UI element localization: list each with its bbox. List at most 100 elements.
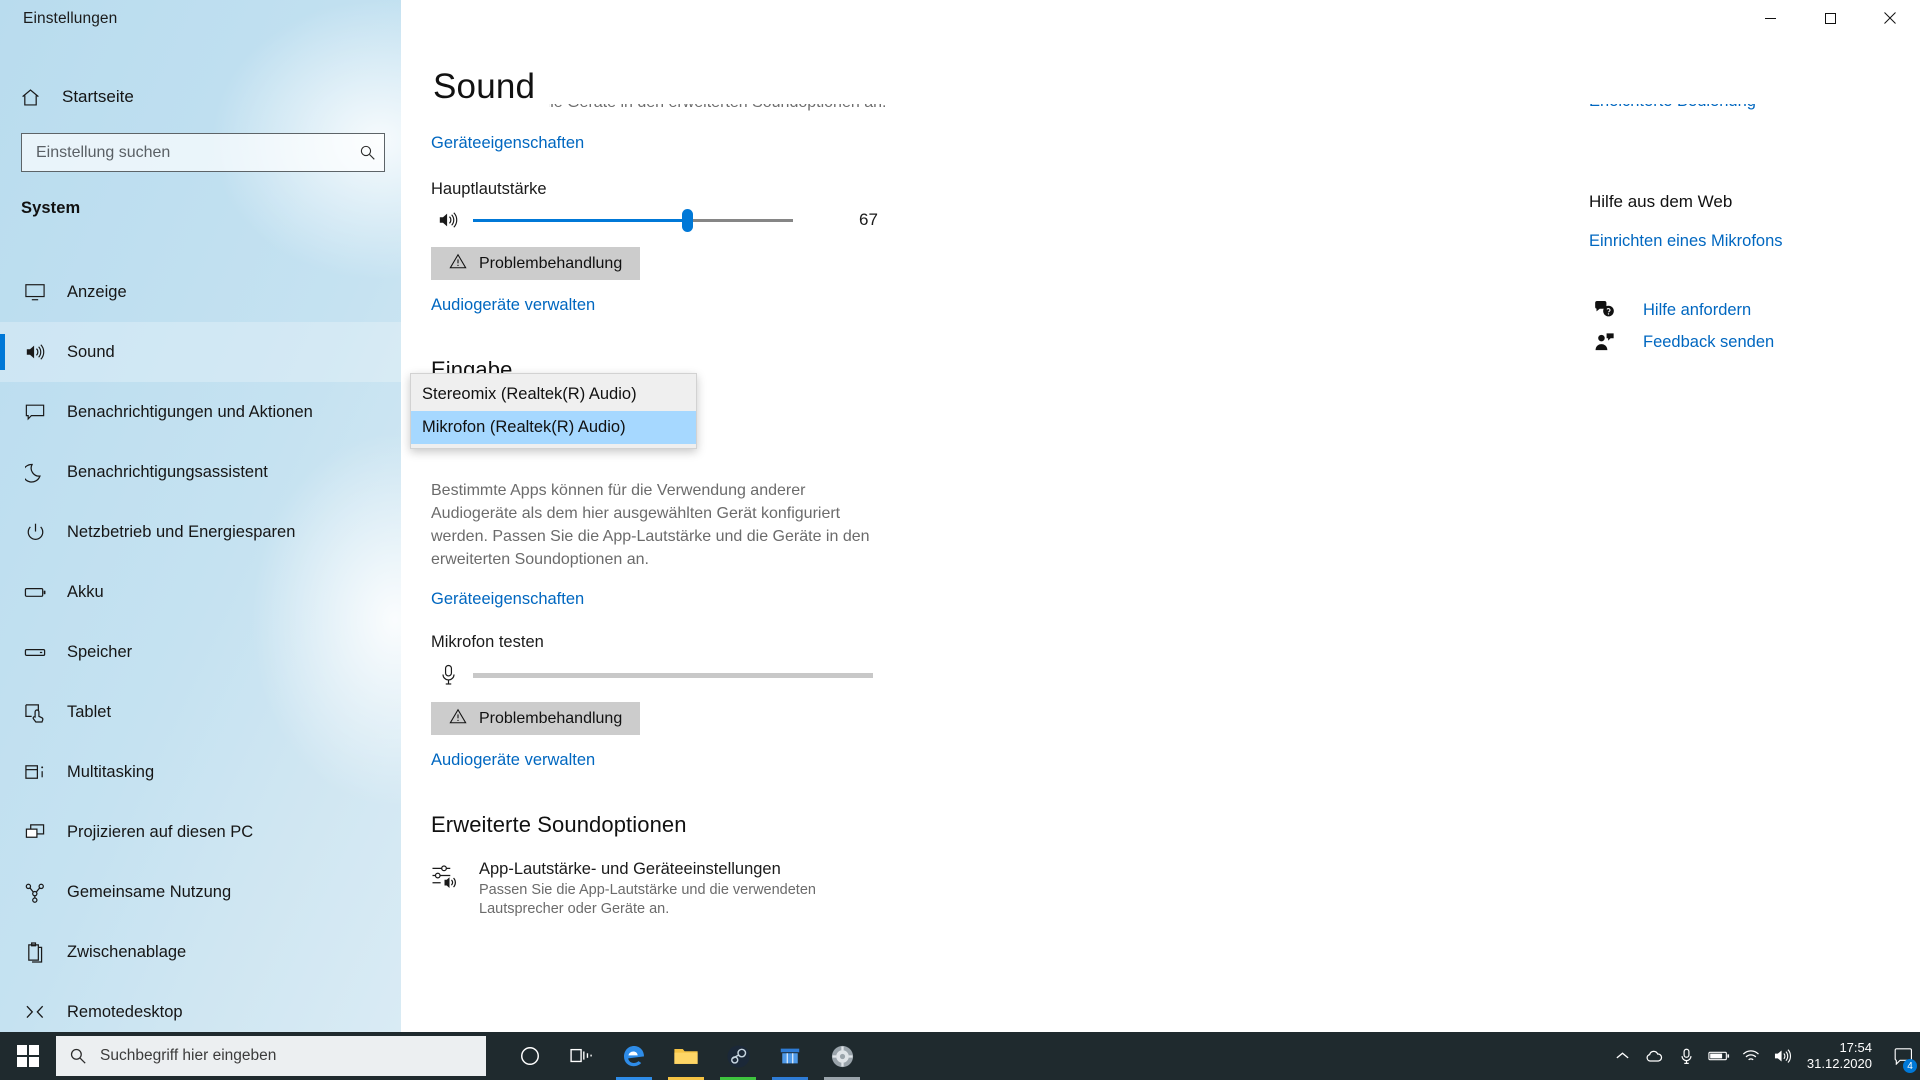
sidebar-item-speicher[interactable]: Speicher <box>0 622 401 682</box>
sidebar-item-remotedesktop[interactable]: Remotedesktop <box>0 982 401 1032</box>
sidebar-item-label: Benachrichtigungsassistent <box>67 462 268 481</box>
minimize-button[interactable] <box>1740 0 1800 36</box>
output-manage-devices-link[interactable]: Audiogeräte verwalten <box>431 296 595 315</box>
sidebar-item-benachrichtigungsassistent[interactable]: Benachrichtigungsassistent <box>0 442 401 502</box>
microphone-icon[interactable] <box>1671 1032 1703 1080</box>
task-view-icon[interactable] <box>556 1032 608 1080</box>
send-feedback-row[interactable]: Feedback senden <box>1589 332 1774 352</box>
sidebar-item-netzbetrieb-und-energiesparen[interactable]: Netzbetrieb und Energiesparen <box>0 502 401 562</box>
network-icon[interactable] <box>1735 1032 1767 1080</box>
sidebar-item-home[interactable]: Startseite <box>0 75 401 119</box>
dropdown-option[interactable]: Mikrofon (Realtek(R) Audio) <box>411 411 696 444</box>
selection-indicator <box>0 334 5 370</box>
sidebar-item-zwischenablage[interactable]: Zwischenablage <box>0 922 401 982</box>
master-volume-slider-row: 67 <box>431 209 991 232</box>
clock-time: 17:54 <box>1839 1040 1872 1055</box>
warning-icon <box>449 708 467 729</box>
sidebar-group-header: System <box>21 199 81 217</box>
mixer-sliders-icon <box>431 860 471 919</box>
window-title: Einstellungen <box>23 10 118 27</box>
app-volume-title: App-Lautstärke- und Geräteeinstellungen <box>479 860 781 878</box>
sidebar-item-anzeige[interactable]: Anzeige <box>0 262 401 322</box>
sidebar-nav-list: Anzeige Sound Benachrichtigungen und Aktio… <box>0 262 401 1032</box>
main-content: Lautstärke und die Geräte in den erweite… <box>401 0 1920 1032</box>
sidebar-item-label: Projizieren auf diesen PC <box>67 822 254 841</box>
clipboard-icon <box>18 941 52 963</box>
taskbar-clock[interactable]: 17:54 31.12.2020 <box>1799 1032 1886 1080</box>
taskbar-search-input[interactable] <box>100 1047 486 1065</box>
search-icon <box>350 144 384 161</box>
multitasking-icon <box>18 762 52 783</box>
dropdown-option[interactable]: Stereomix (Realtek(R) Audio) <box>411 378 696 411</box>
accessibility-link[interactable]: Erleichterte Bedienung <box>1589 104 1889 111</box>
moon-icon <box>18 462 52 483</box>
feedback-person-icon <box>1589 332 1619 352</box>
show-hidden-icons-icon[interactable] <box>1607 1032 1639 1080</box>
app-volume-device-settings-item[interactable]: App-Lautstärke- und Geräteeinstellungen … <box>431 860 991 919</box>
sidebar-item-tablet[interactable]: Tablet <box>0 682 401 742</box>
cloud-icon[interactable] <box>1639 1032 1671 1080</box>
taskbar-search-box[interactable] <box>56 1036 486 1076</box>
output-device-properties-link[interactable]: Geräteeigenschaften <box>431 134 584 153</box>
send-feedback-link[interactable]: Feedback senden <box>1643 333 1774 352</box>
taskbar-app-icons <box>504 1032 868 1080</box>
get-help-row[interactable]: Hilfe anfordern <box>1589 300 1751 320</box>
get-help-link[interactable]: Hilfe anfordern <box>1643 301 1751 320</box>
sidebar-item-akku[interactable]: Akku <box>0 562 401 622</box>
page-title: Sound <box>431 63 550 113</box>
sidebar-item-label: Multitasking <box>67 762 155 781</box>
settings-search-box[interactable] <box>21 133 385 172</box>
master-volume-label: Hauptlautstärke <box>431 180 547 198</box>
steam-icon[interactable] <box>712 1032 764 1080</box>
sidebar-item-benachrichtigungen-und-aktionen[interactable]: Benachrichtigungen und Aktionen <box>0 382 401 442</box>
file-explorer-icon[interactable] <box>660 1032 712 1080</box>
input-device-dropdown[interactable]: Stereomix (Realtek(R) Audio) Mikrofon (Re… <box>410 373 697 449</box>
sidebar-item-label: Tablet <box>67 702 112 721</box>
edge-icon[interactable] <box>608 1032 660 1080</box>
close-button[interactable] <box>1860 0 1920 36</box>
advanced-section-title: Erweiterte Soundoptionen <box>431 812 687 837</box>
master-volume-slider[interactable] <box>473 209 793 232</box>
output-troubleshoot-button[interactable]: Problembehandlung <box>431 247 641 280</box>
notification-center-button[interactable]: 4 <box>1886 1032 1920 1080</box>
sidebar-item-sound[interactable]: Sound <box>0 322 401 382</box>
sidebar-item-label: Anzeige <box>67 282 127 301</box>
input-manage-devices-link[interactable]: Audiogeräte verwalten <box>431 751 595 770</box>
output-troubleshoot-label: Problembehandlung <box>479 254 623 272</box>
setup-microphone-link[interactable]: Einrichten eines Mikrofons <box>1589 232 1783 251</box>
window-controls <box>1740 0 1920 36</box>
volume-tray-icon[interactable] <box>1767 1032 1799 1080</box>
sidebar-item-gemeinsame-nutzung[interactable]: Gemeinsame Nutzung <box>0 862 401 922</box>
drive-icon <box>18 645 52 659</box>
sidebar-item-label: Zwischenablage <box>67 942 187 961</box>
remote-desktop-icon <box>18 1003 52 1021</box>
sidebar-item-label: Gemeinsame Nutzung <box>67 882 232 901</box>
input-troubleshoot-button[interactable]: Problembehandlung <box>431 702 641 735</box>
accessibility-link-clipped: Erleichterte Bedienung <box>1589 104 1889 120</box>
home-icon <box>8 87 52 108</box>
sidebar-item-projizieren-auf-diesen-pc[interactable]: Projizieren auf diesen PC <box>0 802 401 862</box>
microphone-icon <box>431 664 465 686</box>
battery-tray-icon[interactable] <box>1703 1032 1735 1080</box>
battery-icon <box>18 585 52 599</box>
chat-bubble-icon <box>18 402 52 422</box>
share-icon <box>18 882 52 903</box>
start-button[interactable] <box>0 1032 56 1080</box>
sidebar-item-multitasking[interactable]: Multitasking <box>0 742 401 802</box>
cortana-icon[interactable] <box>504 1032 556 1080</box>
slider-fill <box>473 219 688 222</box>
slider-thumb[interactable] <box>682 209 694 232</box>
mic-level-meter <box>473 672 873 678</box>
sidebar-item-label: Sound <box>67 342 115 361</box>
settings-icon[interactable] <box>816 1032 868 1080</box>
monitor-icon <box>18 282 52 302</box>
app-volume-subtitle: Passen Sie die App-Lautstärke und die ve… <box>479 882 816 917</box>
notification-badge: 4 <box>1903 1059 1917 1073</box>
mic-test-meter-row <box>431 664 991 686</box>
input-device-properties-link[interactable]: Geräteeigenschaften <box>431 590 584 609</box>
store-icon[interactable] <box>764 1032 816 1080</box>
input-troubleshoot-label: Problembehandlung <box>479 709 623 727</box>
maximize-button[interactable] <box>1800 0 1860 36</box>
search-input[interactable] <box>22 143 350 162</box>
warning-icon <box>449 253 467 274</box>
